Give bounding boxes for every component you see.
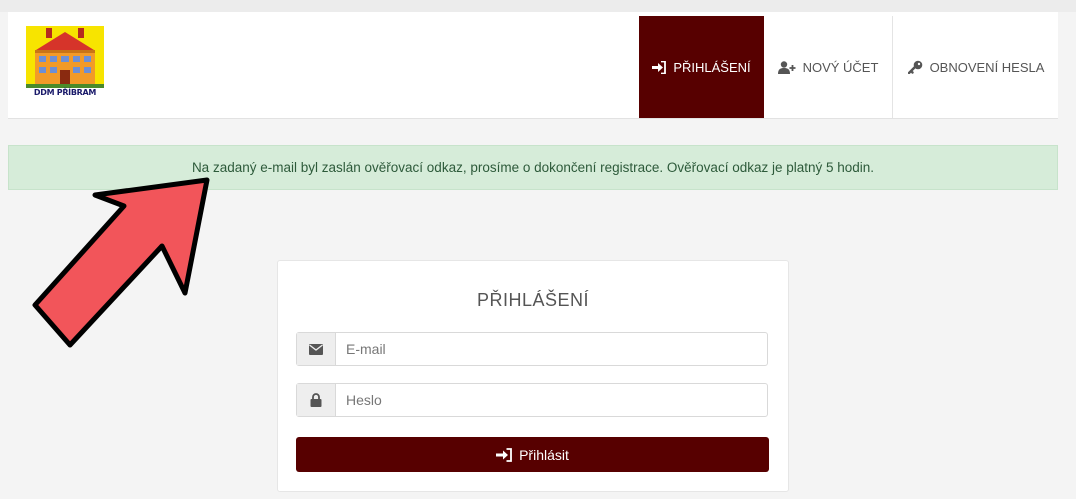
red-pointer-arrow-icon: [32, 177, 210, 348]
